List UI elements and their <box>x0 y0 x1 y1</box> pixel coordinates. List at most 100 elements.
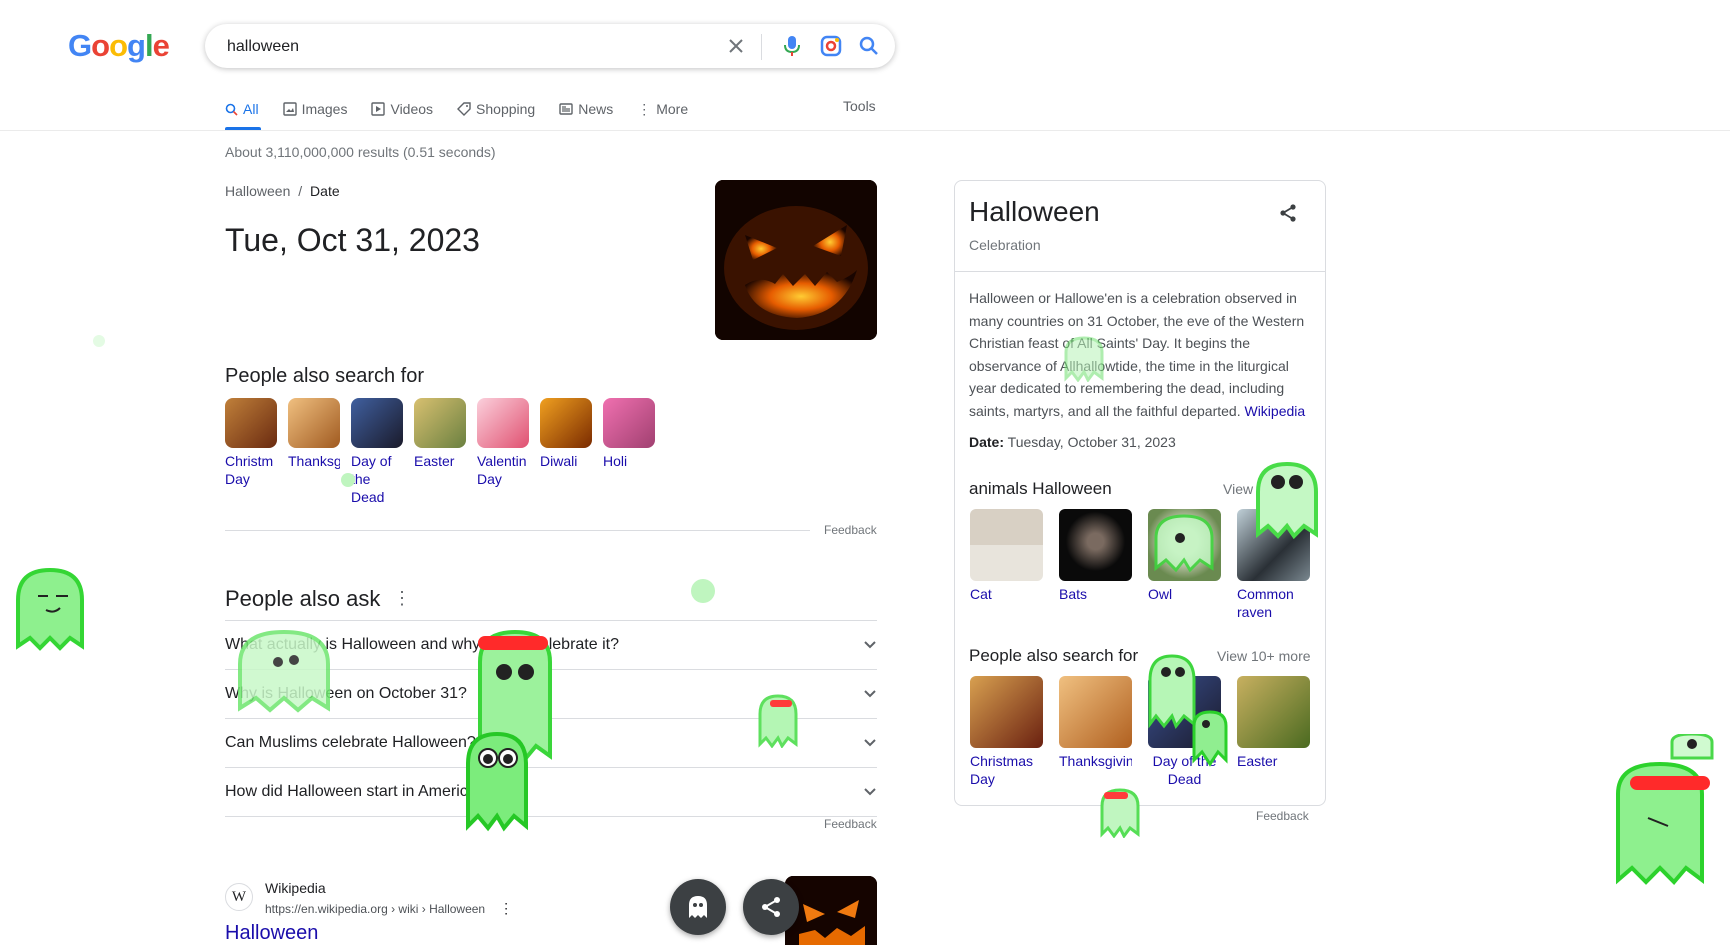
feedback-link[interactable]: Feedback <box>824 523 877 537</box>
related-search-item[interactable]: Holi <box>603 398 666 506</box>
related-label: Diwali <box>540 453 578 469</box>
related-search-item[interactable]: Diwali <box>540 398 603 506</box>
animal-item[interactable]: Cat <box>970 509 1043 621</box>
feedback-link[interactable]: Feedback <box>824 817 877 831</box>
more-vert-icon: ⋮ <box>637 100 652 117</box>
clear-icon[interactable] <box>725 35 747 57</box>
ghost-icon <box>1256 461 1318 540</box>
related-search-item[interactable]: Day of the Dead <box>351 398 414 506</box>
search-box <box>205 24 895 68</box>
question-text: Can Muslims celebrate Halloween? <box>225 734 476 751</box>
related-thumbnail <box>540 398 592 448</box>
related-search-item[interactable]: Christm Day <box>225 398 288 506</box>
chevron-down-icon <box>864 690 876 698</box>
related-thumbnail <box>1237 676 1310 748</box>
search-input[interactable] <box>225 34 709 60</box>
related-search-item[interactable]: Valentin Day <box>477 398 540 506</box>
related-thumbnail <box>288 398 340 448</box>
logo-letter: G <box>68 28 92 63</box>
tab-news[interactable]: News <box>559 98 613 120</box>
glow-dot <box>93 335 105 347</box>
tab-images[interactable]: Images <box>282 98 348 120</box>
search-icon <box>225 103 238 116</box>
tab-more[interactable]: ⋮ More <box>637 98 688 120</box>
people-also-search-title: People also search for <box>225 365 425 387</box>
search-tabs: All Images Videos Shopping News ⋮ More <box>225 98 712 128</box>
share-icon <box>762 897 780 917</box>
answer-date: Tue, Oct 31, 2023 <box>225 222 480 258</box>
tab-label: All <box>243 101 259 117</box>
related-label: Christmas Day <box>970 753 1034 787</box>
result-url-text: https://en.wikipedia.org › wiki › Hallow… <box>265 902 486 916</box>
related-thumbnail <box>603 398 655 448</box>
related-label: Easter <box>414 453 455 469</box>
related-thumbnail <box>225 398 277 448</box>
tools-button[interactable]: Tools <box>843 98 876 114</box>
related-thumbnail <box>970 676 1043 748</box>
result-title-link[interactable]: Halloween <box>225 922 318 945</box>
result-thumbnail[interactable] <box>785 876 877 945</box>
result-source[interactable]: Wikipedia <box>265 880 326 896</box>
animal-label: Common raven <box>1237 586 1294 620</box>
section-divider <box>225 530 810 531</box>
tab-label: Shopping <box>476 101 536 117</box>
animal-thumbnail <box>1059 509 1132 581</box>
related-search-item[interactable]: Easter <box>1237 676 1310 788</box>
breadcrumb-parent[interactable]: Halloween <box>225 183 290 199</box>
share-icon[interactable] <box>1278 203 1298 228</box>
animals-title: animals Halloween <box>969 479 1112 498</box>
search-icon[interactable] <box>858 35 880 57</box>
header-divider <box>0 130 1730 131</box>
related-search-item[interactable]: Christmas Day <box>970 676 1043 788</box>
related-search-item[interactable]: Easter <box>414 398 477 506</box>
tab-label: Images <box>301 101 348 117</box>
kp-title: Halloween <box>969 196 1100 227</box>
glow-dot <box>691 579 715 603</box>
question-row[interactable]: How did Halloween start in America? <box>225 767 877 817</box>
related-label: Day of the Dead <box>351 453 392 505</box>
results-count: About 3,110,000,000 results (0.51 second… <box>225 144 496 160</box>
news-icon <box>559 103 573 115</box>
result-url[interactable]: https://en.wikipedia.org › wiki › Hallow… <box>265 900 513 917</box>
logo-letter: o <box>91 28 110 63</box>
more-vert-icon[interactable]: ⋮ <box>499 900 513 916</box>
microphone-icon[interactable] <box>781 35 803 57</box>
google-logo[interactable]: Google <box>68 28 170 64</box>
ghost-icon <box>758 694 798 748</box>
wikipedia-link[interactable]: Wikipedia <box>1244 403 1305 419</box>
image-icon <box>282 102 297 116</box>
ghost-icon <box>689 896 707 918</box>
view-more-link[interactable]: View 10+ more <box>1217 648 1311 664</box>
ghost-icon <box>466 731 528 832</box>
ghost-icon <box>16 567 84 651</box>
more-vert-icon[interactable]: ⋮ <box>393 588 411 609</box>
tab-videos[interactable]: Videos <box>371 98 433 120</box>
related-thumbnail <box>477 398 529 448</box>
related-label: Holi <box>603 453 628 469</box>
share-button[interactable] <box>743 879 799 935</box>
animal-label: Cat <box>970 586 992 602</box>
ghost-icon <box>1154 514 1214 573</box>
animal-thumbnail <box>970 509 1043 581</box>
related-label: Valentin Day <box>477 453 527 487</box>
tag-icon <box>457 102 471 116</box>
related-thumbnail <box>414 398 466 448</box>
logo-letter: g <box>127 28 146 63</box>
kp-description: Halloween or Hallowe'en is a celebration… <box>969 287 1314 422</box>
animal-item[interactable]: Bats <box>1059 509 1132 621</box>
ghost-icon <box>1064 336 1104 382</box>
related-search-item[interactable]: Thanksg <box>288 398 351 506</box>
kp-subtitle: Celebration <box>969 237 1041 253</box>
animal-label: Owl <box>1148 586 1173 602</box>
ghost-icon <box>1616 734 1714 885</box>
lens-icon[interactable] <box>820 35 842 57</box>
tab-shopping[interactable]: Shopping <box>457 98 535 120</box>
pumpkin-image[interactable] <box>715 180 877 340</box>
tab-all[interactable]: All <box>225 98 259 120</box>
feedback-link[interactable]: Feedback <box>1256 809 1309 823</box>
logo-letter: e <box>152 28 170 63</box>
wikipedia-favicon: W <box>225 883 253 911</box>
kp-date: Date: Tuesday, October 31, 2023 <box>969 434 1176 450</box>
ghost-extension-button[interactable] <box>670 879 726 935</box>
search-divider <box>761 34 762 60</box>
